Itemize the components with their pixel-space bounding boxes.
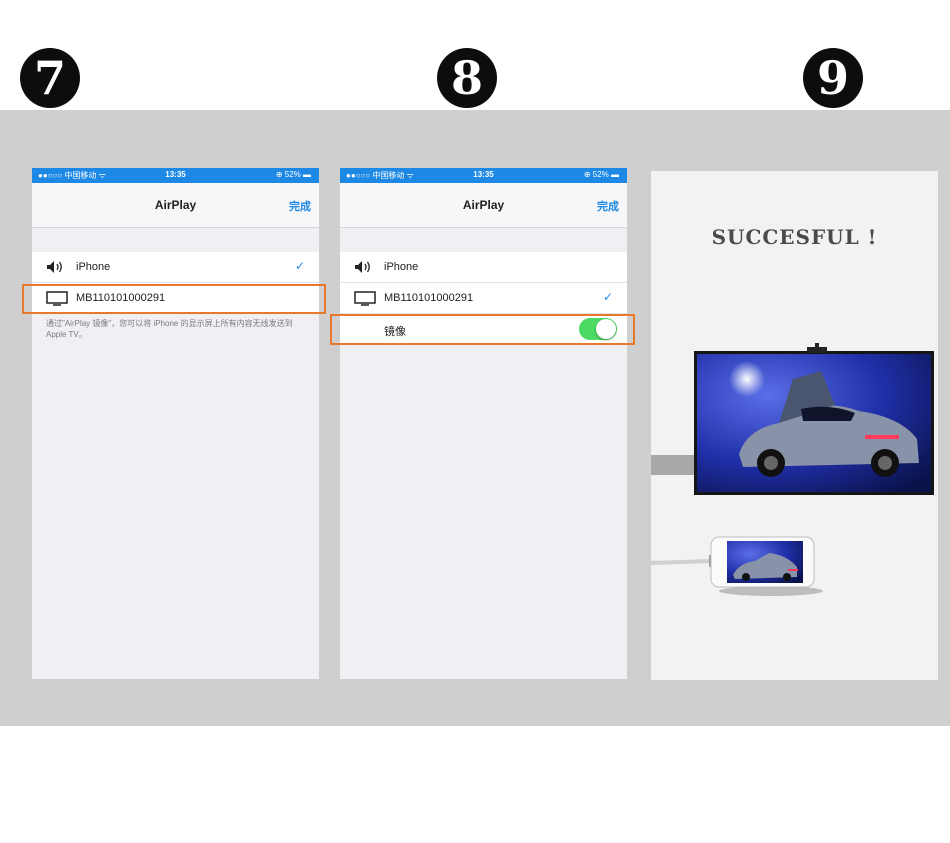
done-button[interactable]: 完成 xyxy=(289,198,311,214)
device-label-iphone: iPhone xyxy=(76,261,111,273)
tv-screen xyxy=(694,351,934,495)
status-bar: ●●○○○ 中国移动 ᯤ 13:35 ⊕ 52% ▬ xyxy=(32,168,319,183)
page-title: AirPlay xyxy=(462,198,505,212)
status-bar: ●●○○○ 中国移动 ᯤ 13:35 ⊕ 52% ▬ xyxy=(340,168,627,183)
step-badge-7: 7 xyxy=(20,48,80,108)
highlight-box-device xyxy=(22,284,326,314)
device-label-appletv: MB110101000291 xyxy=(384,292,474,304)
highlight-box-mirroring xyxy=(330,314,635,345)
checkmark-icon: ✓ xyxy=(602,290,613,304)
airplay-footnote: 通过"AirPlay 镜像"，您可以将 iPhone 的显示屏上所有内容无线发送… xyxy=(46,319,293,339)
battery-indicator: ⊕ 52% ▬ xyxy=(275,170,311,179)
airplay-screen-step8: ●●○○○ 中国移动 ᯤ 13:35 ⊕ 52% ▬ AirPlay 完成 iP… xyxy=(340,168,627,679)
device-row-iphone[interactable]: iPhone ✓ xyxy=(32,252,319,283)
nav-bar: AirPlay 完成 xyxy=(32,183,319,228)
checkmark-icon: ✓ xyxy=(294,259,305,273)
nav-bar: AirPlay 完成 xyxy=(340,183,627,228)
page-title: AirPlay xyxy=(154,198,197,212)
step-badge-9: 9 xyxy=(803,48,863,108)
phone-device xyxy=(651,536,823,596)
airplay-screen-step7: ●●○○○ 中国移动 ᯤ 13:35 ⊕ 52% ▬ AirPlay 完成 iP… xyxy=(32,168,319,679)
tv-icon xyxy=(354,291,376,309)
device-label-iphone: iPhone xyxy=(384,261,419,273)
tv-stand xyxy=(807,343,827,353)
battery-indicator: ⊕ 52% ▬ xyxy=(583,170,619,179)
speaker-icon xyxy=(354,260,374,277)
mirroring-illustration xyxy=(651,343,934,596)
done-button[interactable]: 完成 xyxy=(597,198,619,214)
success-panel: SUCCESFUL ! xyxy=(651,171,938,680)
speaker-icon xyxy=(46,260,66,277)
device-row-appletv[interactable]: MB110101000291 ✓ xyxy=(340,283,627,314)
device-row-iphone[interactable]: iPhone xyxy=(340,252,627,283)
step-badge-8: 8 xyxy=(437,48,497,108)
